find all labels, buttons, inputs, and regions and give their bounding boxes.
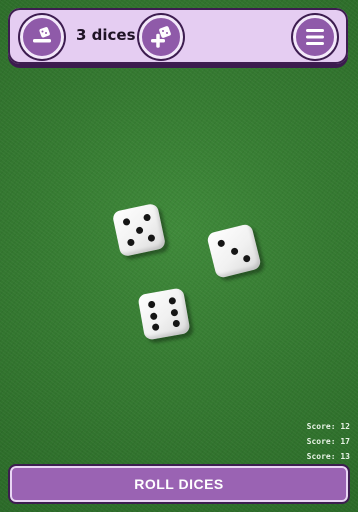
die-pip bbox=[171, 319, 181, 329]
score-entry: Score: 13 bbox=[306, 452, 350, 461]
die-pip bbox=[142, 213, 151, 223]
die-pip bbox=[147, 299, 157, 309]
remove-die-icon bbox=[33, 27, 51, 43]
hamburger-menu-icon bbox=[306, 29, 324, 45]
die-pip bbox=[152, 323, 161, 332]
die-pip bbox=[127, 237, 136, 247]
die-pip bbox=[169, 308, 179, 317]
die-pip bbox=[229, 246, 239, 256]
remove-die-button[interactable] bbox=[20, 15, 64, 59]
die-pip bbox=[242, 254, 251, 263]
dice-count-label: 3 dices bbox=[76, 26, 136, 44]
top-toolbar: 3 dices bbox=[8, 8, 348, 64]
die-pip bbox=[122, 218, 132, 227]
die-pip bbox=[134, 225, 144, 235]
die[interactable] bbox=[137, 287, 191, 341]
roll-dice-button[interactable]: ROLL DICES bbox=[8, 464, 350, 504]
die-pip bbox=[149, 311, 159, 320]
score-list: Score: 12 Score: 17 Score: 13 bbox=[307, 419, 350, 464]
die-pip bbox=[167, 296, 176, 305]
die-pip bbox=[146, 233, 156, 242]
add-die-icon bbox=[151, 26, 171, 48]
die[interactable] bbox=[111, 202, 167, 258]
table-surface bbox=[0, 0, 358, 512]
die-pip bbox=[217, 239, 226, 248]
score-entry: Score: 12 bbox=[306, 422, 350, 431]
score-entry: Score: 17 bbox=[306, 437, 350, 446]
die[interactable] bbox=[206, 223, 262, 279]
add-die-button[interactable] bbox=[139, 15, 183, 59]
menu-button[interactable] bbox=[293, 15, 337, 59]
